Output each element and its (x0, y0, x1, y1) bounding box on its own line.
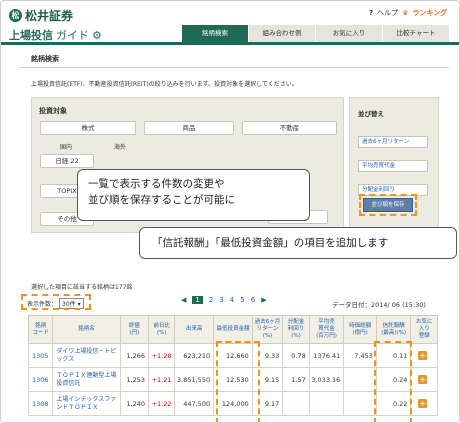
result-count-text: 選択した項目に該当する銘柄は177銘 (31, 284, 133, 291)
cell-avg-volume: 1376.41 (308, 343, 345, 368)
foreign-label: 海外 (114, 144, 127, 151)
cell-avg-volume: 3,033.16 (308, 367, 345, 392)
cell-code[interactable]: 1305 (27, 343, 54, 368)
col-market-cap[interactable]: 時価総額 (億円) (343, 315, 377, 344)
guide-title[interactable]: 上場投信 ガイド ⚙ (9, 27, 102, 43)
filter-stock-button[interactable]: 株式 (40, 121, 136, 135)
sort-return-button[interactable]: 過去6ヶ月リターン (358, 136, 428, 148)
callout-sort-save: 一覧で表示する件数の変更や 並び順を保存することが可能に (77, 169, 310, 221)
cell-yield (282, 391, 310, 416)
cell-volume: 447,500 (174, 391, 215, 416)
data-date: データ日付：2014/ 06 (15:30) (332, 301, 426, 309)
cell-name[interactable]: ダイワ上場投信・トピックス (52, 343, 121, 368)
callout-new-columns-text: 「信託報酬」「最低投資金額」の項目を追加します (152, 237, 389, 249)
cell-change: +1.22 (148, 391, 176, 416)
cell-change: +1.21 (148, 367, 176, 392)
filter-realestate-button[interactable]: 不動産 (242, 121, 337, 135)
col-yield[interactable]: 分配金 利回り (%) (282, 315, 310, 344)
cell-favorite: + (410, 391, 438, 416)
page-2[interactable]: 2 (209, 296, 213, 304)
min-invest-highlight (216, 341, 260, 422)
gear-icon: ⚙ (92, 28, 102, 42)
add-favorite-icon[interactable]: + (418, 399, 428, 408)
domestic-label: 国内 (60, 144, 73, 151)
guide-title-sub: ガイド (56, 29, 89, 42)
col-min-invest[interactable]: 最低投資金額 (213, 315, 253, 344)
col-volume[interactable]: 出来高 (174, 315, 215, 344)
col-change[interactable]: 前日比 (%) (148, 315, 176, 344)
save-sort-highlight (359, 194, 417, 216)
sort-avg-volume-button[interactable]: 平均売買代金 (358, 160, 428, 172)
crown-icon: ♛ (402, 9, 409, 17)
page-title: 銘柄検索 (31, 55, 59, 63)
cell-close: 1,266 (119, 343, 150, 368)
col-avg-volume[interactable]: 平均売 買代金 (百万円) (308, 315, 345, 344)
col-name[interactable]: 銘柄名 (52, 315, 121, 344)
cell-yield: 0.78 (282, 343, 310, 368)
brand-logo-icon: 松 (9, 9, 22, 22)
col-return[interactable]: 過去6ヶ月 リターン (%) (251, 315, 284, 344)
cell-name[interactable]: 上場インデックスファンドＴＯＰＩＸ (52, 391, 121, 416)
cell-code[interactable]: 1308 (27, 391, 54, 416)
table-header-row: 銘柄 コード 銘柄名 終値 (円) 前日比 (%) 出来高 最低投資金額 過去6… (27, 315, 438, 344)
tab-compare-chart[interactable]: 比較チャート (382, 25, 449, 42)
cell-market-cap (343, 391, 377, 416)
tab-search[interactable]: 銘柄検索 (181, 25, 248, 42)
add-favorite-icon[interactable]: + (418, 351, 428, 360)
filter-title: 投資対象 (39, 107, 67, 115)
guide-title-main: 上場投信 (9, 29, 53, 42)
ranking-link[interactable]: ランキング (412, 8, 447, 18)
page-5[interactable]: 5 (240, 296, 244, 304)
tab-combination[interactable]: 組み合わせ例 (248, 25, 315, 42)
cell-volume: 3,851,550 (174, 367, 215, 392)
main-tabs: 銘柄検索 組み合わせ例 お気に入り 比較チャート (181, 25, 449, 42)
cell-name[interactable]: ＴＯＰＩＸ連動型上場投資信託 (52, 367, 121, 392)
cell-market-cap (343, 367, 377, 392)
pagination: ◀ 1 2 3 4 5 6 ▶ (181, 296, 267, 304)
page-4[interactable]: 4 (230, 296, 234, 304)
page-description: 上場投資信託(ETF)、不動産投資信託(REIT)の絞り込みを行います。投資対象… (31, 81, 298, 88)
display-count-highlight (21, 294, 91, 310)
brand[interactable]: 松 松井証券 (9, 7, 73, 24)
page-6[interactable]: 6 (251, 296, 255, 304)
page-1[interactable]: 1 (192, 296, 203, 304)
cell-avg-volume (308, 391, 345, 416)
col-favorite: お気に 入り 登録 (410, 315, 438, 344)
help-icon: ? (369, 9, 374, 17)
add-favorite-icon[interactable]: + (418, 375, 428, 384)
cell-favorite: + (410, 343, 438, 368)
next-page-icon[interactable]: ▶ (261, 296, 266, 304)
col-trust-fee[interactable]: 信託報酬 (最高)(%) (375, 315, 412, 344)
cell-close: 1,240 (119, 391, 150, 416)
brand-name: 松井証券 (25, 9, 74, 23)
cell-yield: 1.57 (282, 367, 310, 392)
header-divider (1, 42, 459, 45)
cell-change: +1.28 (148, 343, 176, 368)
cell-close: 1,253 (119, 367, 150, 392)
callout-new-columns: 「信託報酬」「最低投資金額」の項目を追加します (139, 227, 457, 259)
header-links: ? ヘルプ ♛ ランキング (369, 8, 447, 18)
col-code[interactable]: 銘柄 コード (27, 315, 54, 344)
filter-commodity-button[interactable]: 商品 (144, 121, 234, 135)
cell-code[interactable]: 1306 (27, 367, 54, 392)
help-link[interactable]: ヘルプ (377, 8, 398, 18)
page-frame: 松 松井証券 上場投信 ガイド ⚙ ? ヘルプ ♛ ランキング 銘柄検索 組み合わ… (0, 0, 460, 423)
col-close[interactable]: 終値 (円) (119, 315, 150, 344)
tab-favorites[interactable]: お気に入り (315, 25, 382, 42)
trust-fee-highlight (374, 341, 412, 422)
cell-market-cap: 7,453 (343, 343, 377, 368)
page-3[interactable]: 3 (219, 296, 223, 304)
prev-page-icon[interactable]: ◀ (181, 296, 186, 304)
cell-favorite: + (410, 367, 438, 392)
callout-sort-save-text: 一覧で表示する件数の変更や 並び順を保存することが可能に (88, 178, 235, 206)
filter-nikkei-button[interactable]: 日経 22 (40, 154, 94, 168)
cell-volume: 623,210 (174, 343, 215, 368)
title-divider (19, 67, 449, 68)
sort-title: 並び替え (358, 110, 384, 118)
